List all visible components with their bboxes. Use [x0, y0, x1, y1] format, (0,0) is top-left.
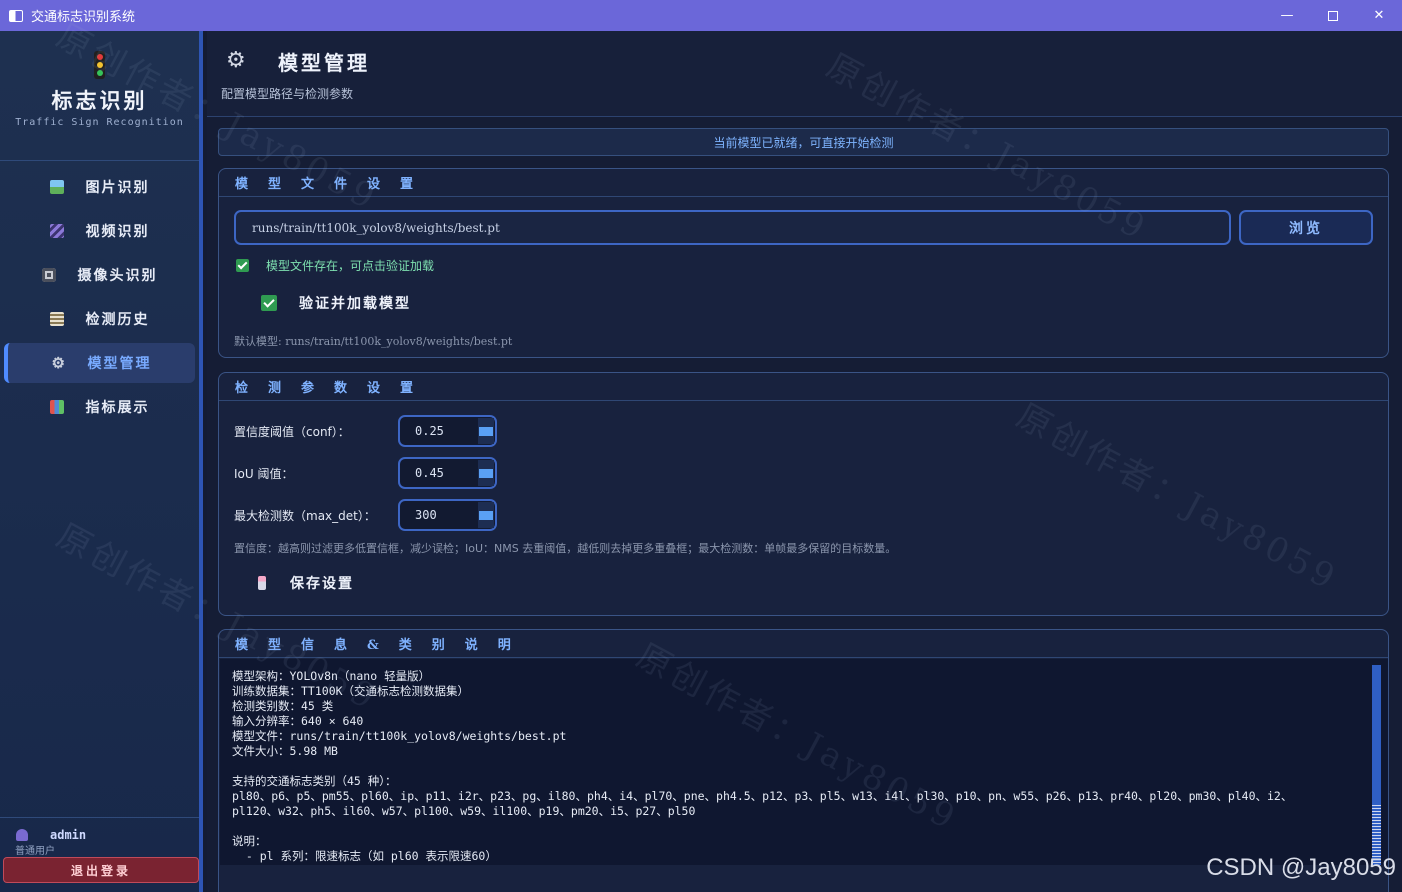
video-clapper-icon [49, 224, 64, 238]
window-controls: — ✕ [1264, 0, 1402, 31]
max-det-spinbox[interactable]: 300 [398, 499, 497, 531]
page-title: 模型管理 [278, 51, 370, 75]
conf-value: 0.25 [415, 424, 444, 438]
scrollbar-thumb[interactable] [1372, 665, 1381, 805]
model-info-group: 模型信息&类别说明 模型架构：YOLOv8n（nano 轻量版） 训练数据集：T… [218, 629, 1389, 892]
clipboard-icon [49, 312, 64, 326]
gear-icon: ⚙ [51, 354, 67, 372]
user-name: admin [50, 828, 87, 842]
logout-button[interactable]: 退出登录 [3, 857, 199, 883]
param-help-text: 置信度：越高则过滤更多低置信框，减少误检；IoU：NMS 去重阈值，越低则去掉更… [234, 542, 897, 555]
bar-chart-icon [49, 400, 64, 414]
brand-subtitle: Traffic Sign Recognition [15, 117, 184, 128]
browse-button[interactable]: 浏览 [1239, 210, 1373, 245]
user-row: admin [16, 828, 199, 842]
model-info-textbox[interactable]: 模型架构：YOLOv8n（nano 轻量版） 训练数据集：TT100K（交通标志… [220, 659, 1388, 865]
max-det-row: 最大检测数（max_det）： 300 [234, 499, 497, 531]
verify-load-label: 验证并加载模型 [299, 296, 411, 312]
group-title: 模型信息&类别说明 [219, 630, 1388, 658]
sidebar-item-label: 检测历史 [85, 312, 150, 328]
verify-load-model-button[interactable]: 验证并加载模型 [261, 293, 411, 313]
model-exists-message: 模型文件存在，可点击验证加载 [266, 259, 435, 273]
sidebar-item-model-management[interactable]: ⚙ 模型管理 [4, 343, 195, 383]
group-title: 模型文件设置 [219, 169, 1388, 197]
model-file-group: 模型文件设置 runs/train/tt100k_yolov8/weights/… [218, 168, 1389, 358]
brand-title: 标志识别 [51, 88, 148, 113]
brand: 标志识别 Traffic Sign Recognition [0, 51, 199, 161]
iou-label: IoU 阈值： [234, 466, 294, 481]
conf-label: 置信度阈值（conf）： [234, 424, 350, 439]
user-icon [16, 829, 28, 841]
detection-params-group: 检测参数设置 置信度阈值（conf）： 0.25 IoU 阈值： 0.45 最大… [218, 372, 1389, 616]
sidebar-item-image-recognition[interactable]: 图片识别 [4, 167, 195, 207]
sidebar-item-camera-recognition[interactable]: 摄像头识别 [4, 255, 195, 295]
sidebar-item-video-recognition[interactable]: 视频识别 [4, 211, 195, 251]
model-path-input[interactable]: runs/train/tt100k_yolov8/weights/best.pt [234, 210, 1231, 245]
model-info-text: 模型架构：YOLOv8n（nano 轻量版） 训练数据集：TT100K（交通标志… [232, 669, 1293, 865]
conf-spinbox[interactable]: 0.25 [398, 415, 497, 447]
save-icon [258, 576, 266, 590]
info-scrollbar[interactable] [1372, 665, 1381, 865]
traffic-light-icon [94, 51, 105, 79]
model-exists-status: 模型文件存在，可点击验证加载 [236, 257, 434, 274]
max-det-label: 最大检测数（max_det）： [234, 508, 376, 523]
minimize-button[interactable]: — [1264, 0, 1310, 31]
window-titlebar: 交通标志识别系统 — ✕ [0, 0, 1402, 31]
page-subtitle: 配置模型路径与检测参数 [221, 87, 354, 101]
camera-icon [41, 268, 56, 282]
conf-stepper[interactable] [478, 418, 494, 444]
sidebar-item-label: 图片识别 [85, 180, 150, 196]
gear-icon: ⚙ [226, 48, 246, 73]
sidebar-item-label: 视频识别 [85, 224, 150, 240]
iou-spinbox[interactable]: 0.45 [398, 457, 497, 489]
app-icon [9, 9, 23, 22]
sidebar-item-label: 模型管理 [87, 356, 152, 372]
close-icon: ✕ [1373, 8, 1385, 23]
close-button[interactable]: ✕ [1356, 0, 1402, 31]
check-icon [261, 295, 277, 311]
default-model-text: 默认模型: runs/train/tt100k_yolov8/weights/b… [234, 335, 513, 348]
user-area: admin 普通用户 退出登录 [0, 817, 199, 892]
save-settings-label: 保存设置 [290, 576, 354, 592]
group-title: 检测参数设置 [219, 373, 1388, 401]
user-role: 普通用户 [15, 846, 55, 857]
sidebar-item-label: 摄像头识别 [77, 268, 158, 284]
iou-row: IoU 阈值： 0.45 [234, 457, 497, 489]
sidebar-item-metrics[interactable]: 指标展示 [4, 387, 195, 427]
window-title: 交通标志识别系统 [31, 10, 136, 25]
iou-value: 0.45 [415, 466, 444, 480]
sidebar-nav: 图片识别 视频识别 摄像头识别 检测历史 ⚙ 模型管理 指标展示 [0, 167, 199, 427]
csdn-watermark: CSDN @Jay8059 [1206, 854, 1396, 881]
max-det-stepper[interactable] [478, 502, 494, 528]
main-content: ⚙ 模型管理 配置模型路径与检测参数 当前模型已就绪，可直接开始检测 模型文件设… [207, 31, 1402, 892]
sidebar: 标志识别 Traffic Sign Recognition 图片识别 视频识别 … [0, 31, 203, 892]
save-settings-button[interactable]: 保存设置 [258, 573, 354, 593]
check-icon [236, 259, 249, 272]
image-icon [49, 180, 64, 194]
sidebar-item-detection-history[interactable]: 检测历史 [4, 299, 195, 339]
maximize-icon [1328, 10, 1338, 21]
conf-row: 置信度阈值（conf）： 0.25 [234, 415, 497, 447]
max-det-value: 300 [415, 508, 437, 522]
minimize-icon: — [1280, 8, 1294, 23]
sidebar-item-label: 指标展示 [85, 400, 150, 416]
maximize-button[interactable] [1310, 0, 1356, 31]
model-status-banner: 当前模型已就绪，可直接开始检测 [218, 128, 1389, 156]
iou-stepper[interactable] [478, 460, 494, 486]
page-header: ⚙ 模型管理 配置模型路径与检测参数 [207, 31, 1402, 117]
